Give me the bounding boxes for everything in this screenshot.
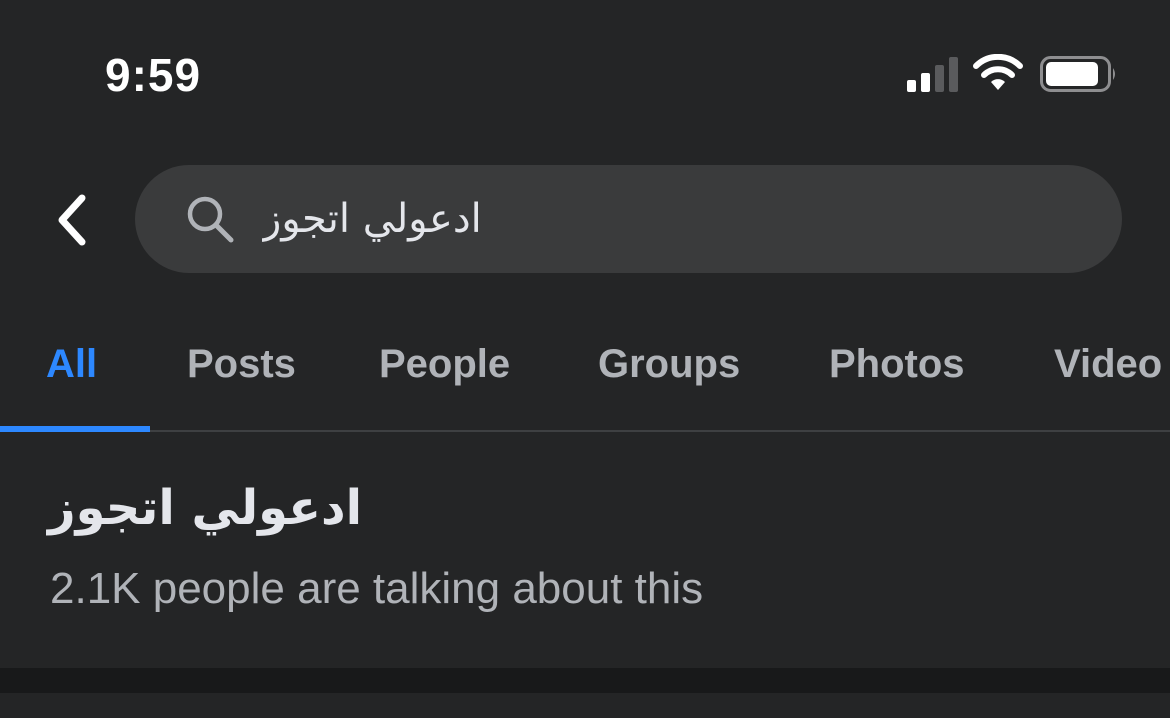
search-results-screen: 9:59 All Posts People [0, 0, 1170, 718]
search-input[interactable] [262, 178, 762, 260]
topic-result[interactable]: ادعولي اتجوز 2.1K people are talking abo… [0, 432, 1170, 668]
tab-videos[interactable]: Video [1054, 342, 1162, 387]
section-divider [0, 668, 1170, 693]
signal-icon [907, 57, 958, 92]
chevron-left-icon [58, 194, 86, 246]
status-time: 9:59 [105, 49, 202, 101]
status-bar: 9:59 [0, 0, 1170, 140]
tab-posts[interactable]: Posts [187, 342, 296, 387]
tab-photos[interactable]: Photos [829, 342, 965, 387]
result-title: ادعولي اتجوز [48, 480, 363, 536]
tab-all[interactable]: All [46, 342, 97, 387]
filter-tabs: All Posts People Groups Photos Video [0, 320, 1170, 432]
tab-people[interactable]: People [379, 342, 510, 387]
search-icon [187, 196, 234, 243]
result-subtitle: 2.1K people are talking about this [50, 564, 704, 613]
battery-icon [1040, 56, 1115, 92]
wifi-icon [973, 54, 1023, 90]
tab-groups[interactable]: Groups [598, 342, 740, 387]
back-button[interactable] [40, 185, 104, 255]
